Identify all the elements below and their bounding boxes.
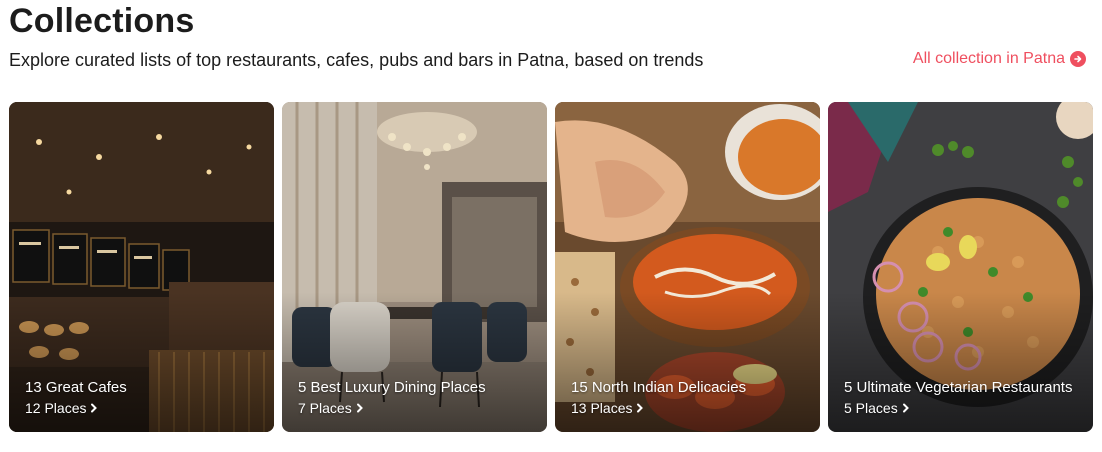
collection-card-vegetarian[interactable]: 5 Ultimate Vegetarian Restaurants 5 Plac… — [828, 102, 1093, 432]
collection-places: 5 Places — [844, 398, 1081, 418]
all-collections-link-label: All collection in Patna — [912, 50, 1065, 67]
collection-card-north-indian[interactable]: 15 North Indian Delicacies 13 Places — [555, 102, 820, 432]
page-subtitle: Explore curated lists of top restaurants… — [9, 50, 704, 70]
collection-card-info: 5 Best Luxury Dining Places 7 Places — [298, 377, 535, 418]
page-title: Collections — [9, 2, 195, 40]
chevron-right-icon — [356, 403, 363, 413]
collection-places-count: 5 Places — [844, 400, 898, 416]
chevron-right-icon — [902, 403, 909, 413]
collection-title: 13 Great Cafes — [25, 379, 127, 396]
collection-card-info: 13 Great Cafes 12 Places — [25, 377, 262, 418]
arrow-right-circle-icon — [1070, 51, 1086, 67]
collection-card-info: 15 North Indian Delicacies 13 Places — [571, 377, 808, 418]
all-collections-link[interactable]: All collection in Patna — [913, 50, 1086, 68]
collection-places: 13 Places — [571, 398, 808, 418]
collection-places: 7 Places — [298, 398, 535, 418]
collection-title: 5 Ultimate Vegetarian Restaurants — [844, 379, 1073, 396]
collection-places-count: 7 Places — [298, 400, 352, 416]
collection-card-great-cafes[interactable]: 13 Great Cafes 12 Places — [9, 102, 274, 432]
chevron-right-icon — [637, 403, 644, 413]
collection-title: 15 North Indian Delicacies — [571, 379, 747, 396]
collection-places: 12 Places — [25, 398, 262, 418]
collections-grid: 13 Great Cafes 12 Places 5 Best Luxury D… — [9, 102, 1093, 432]
chevron-right-icon — [91, 403, 98, 413]
collection-places-count: 12 Places — [25, 400, 87, 416]
collection-places-count: 13 Places — [571, 400, 633, 416]
collection-card-info: 5 Ultimate Vegetarian Restaurants 5 Plac… — [844, 377, 1081, 418]
collection-card-luxury-dining[interactable]: 5 Best Luxury Dining Places 7 Places — [282, 102, 547, 432]
collection-title: 5 Best Luxury Dining Places — [298, 379, 486, 396]
